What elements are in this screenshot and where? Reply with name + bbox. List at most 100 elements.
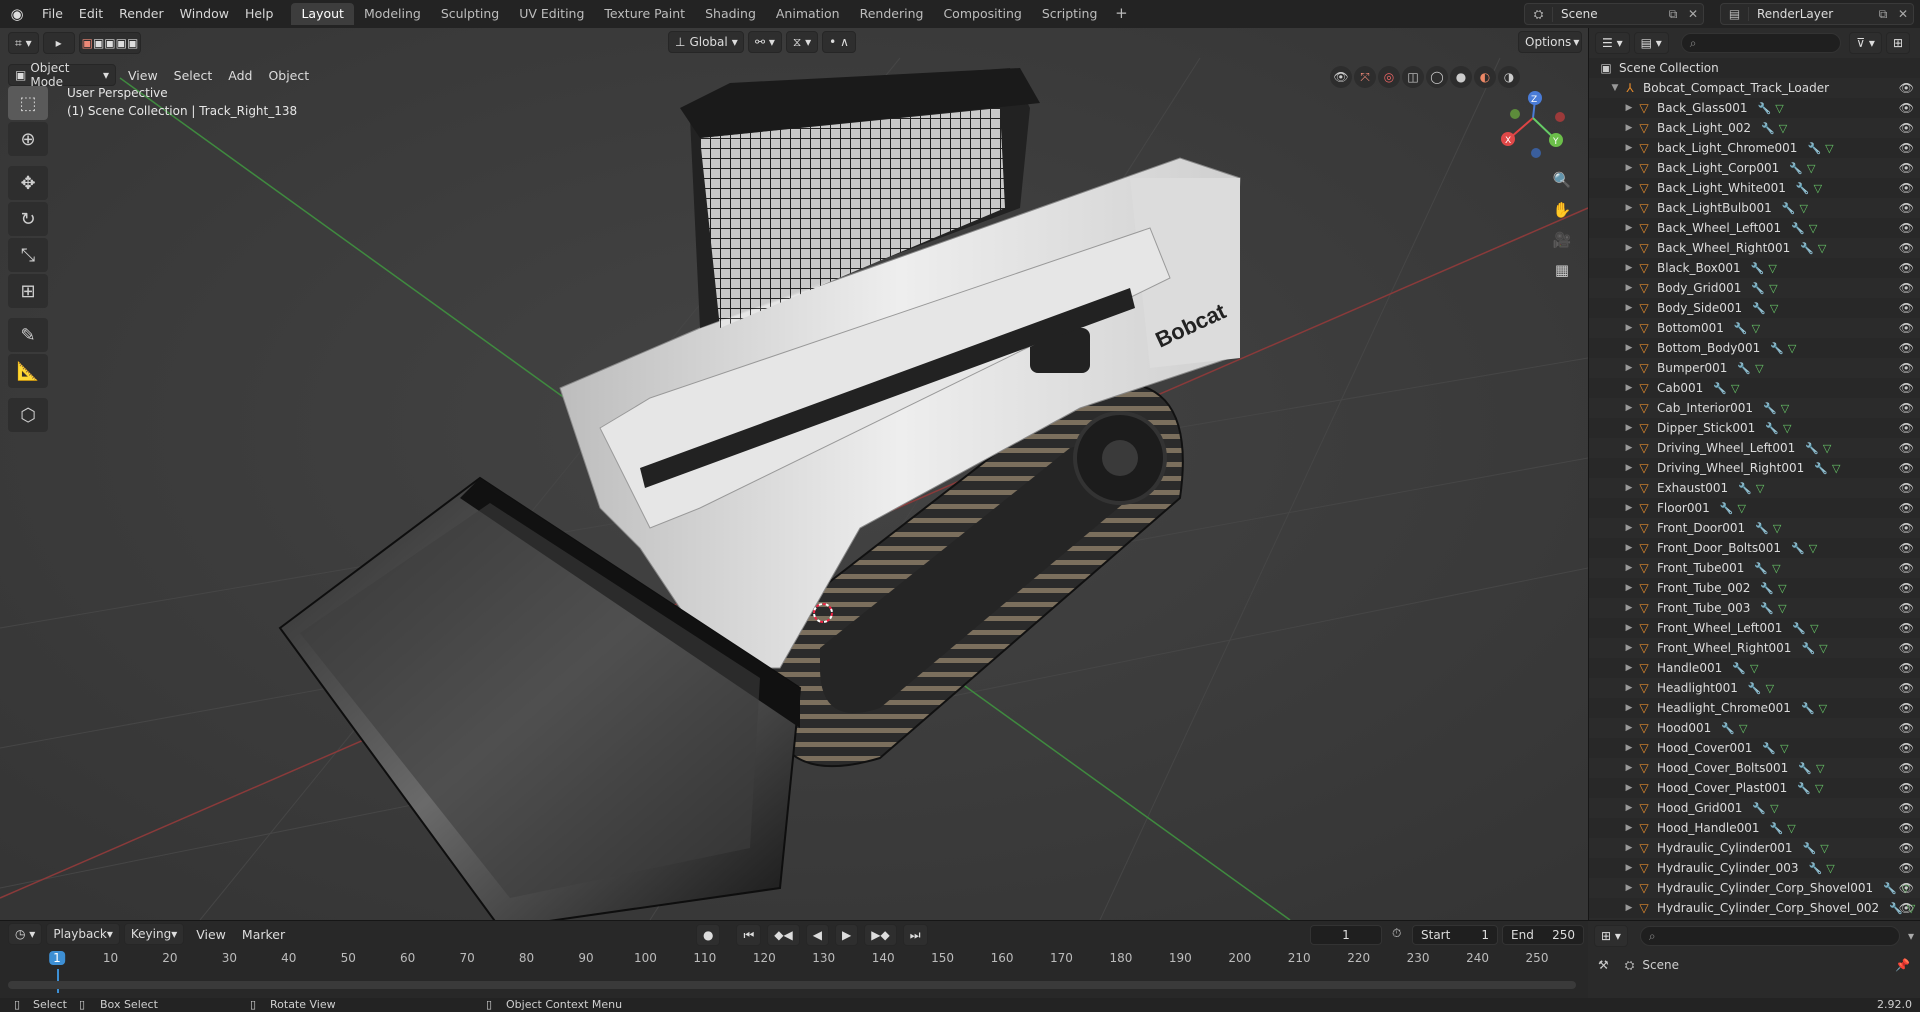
mesh-data-icon[interactable]: ▽: [1816, 762, 1824, 775]
outliner-item[interactable]: ▶ ▽ Headlight001 🔧 ▽ 👁: [1589, 678, 1920, 698]
select-subtract-icon[interactable]: ▣: [104, 36, 115, 50]
outliner-item[interactable]: ▶ ▽ Cab001 🔧 ▽ 👁: [1589, 378, 1920, 398]
timeline-editor-type-icon[interactable]: ◷ ▾: [8, 923, 43, 945]
eye-icon[interactable]: 👁: [1899, 721, 1914, 735]
outliner-item[interactable]: ▶ ▽ Front_Wheel_Right001 🔧 ▽ 👁: [1589, 638, 1920, 658]
outliner-item[interactable]: ▶ ▽ Black_Box001 🔧 ▽ 👁: [1589, 258, 1920, 278]
outliner-item[interactable]: ▶ ▽ Bottom_Body001 🔧 ▽ 👁: [1589, 338, 1920, 358]
jump-start-icon[interactable]: ⏮: [736, 924, 762, 946]
new-scene-icon[interactable]: ⧉: [1663, 7, 1683, 22]
expand-arrow-icon[interactable]: ▶: [1623, 583, 1635, 593]
outliner-item[interactable]: ▶ ▽ Front_Tube_002 🔧 ▽ 👁: [1589, 578, 1920, 598]
mesh-data-icon[interactable]: ▽: [1756, 482, 1764, 495]
modifier-wrench-icon[interactable]: 🔧: [1770, 822, 1784, 835]
expand-arrow-icon[interactable]: ▶: [1623, 143, 1635, 153]
eye-icon[interactable]: 👁: [1899, 401, 1914, 415]
outliner-item[interactable]: ▶ ▽ Back_Glass001 🔧 ▽ 👁: [1589, 98, 1920, 118]
modifier-wrench-icon[interactable]: 🔧: [1763, 402, 1777, 415]
modifier-wrench-icon[interactable]: 🔧: [1720, 502, 1734, 515]
expand-arrow-icon[interactable]: ▶: [1623, 243, 1635, 253]
overlay-toggle-icon[interactable]: ◎: [1378, 66, 1400, 88]
modifier-wrench-icon[interactable]: 🔧: [1737, 362, 1751, 375]
outliner-item[interactable]: ▶ ▽ Back_LightBulb001 🔧 ▽ 👁: [1589, 198, 1920, 218]
eye-icon[interactable]: 👁: [1899, 701, 1914, 715]
outliner-item[interactable]: ▶ ▽ Back_Wheel_Right001 🔧 ▽ 👁: [1589, 238, 1920, 258]
outliner-item[interactable]: ▶ ▽ Bumper001 🔧 ▽ 👁: [1589, 358, 1920, 378]
eye-icon[interactable]: 👁: [1899, 361, 1914, 375]
properties-search-input[interactable]: ⌕: [1639, 926, 1900, 946]
modifier-wrench-icon[interactable]: 🔧: [1801, 702, 1815, 715]
select-intersect-icon[interactable]: ▣: [127, 36, 138, 50]
eye-icon[interactable]: 👁: [1899, 881, 1914, 895]
expand-arrow-icon[interactable]: ▶: [1623, 903, 1635, 913]
snap-dropdown[interactable]: ⧖ ▾: [785, 31, 819, 53]
modifier-wrench-icon[interactable]: 🔧: [1754, 562, 1768, 575]
mesh-data-icon[interactable]: ▽: [1772, 562, 1780, 575]
mesh-data-icon[interactable]: ▽: [1825, 142, 1833, 155]
expand-arrow-icon[interactable]: ▶: [1623, 103, 1635, 113]
mesh-data-icon[interactable]: ▽: [1752, 322, 1760, 335]
mesh-data-icon[interactable]: ▽: [1775, 102, 1783, 115]
select-box-tool[interactable]: ⬚: [8, 86, 48, 120]
camera-view-icon[interactable]: 🎥: [1548, 226, 1576, 254]
outliner-item[interactable]: ▶ ▽ Driving_Wheel_Left001 🔧 ▽ 👁: [1589, 438, 1920, 458]
rotate-tool[interactable]: ↻: [8, 202, 48, 236]
outliner-item[interactable]: ▶ ▽ Handle001 🔧 ▽ 👁: [1589, 658, 1920, 678]
expand-arrow-icon[interactable]: ▶: [1623, 283, 1635, 293]
menu-view[interactable]: View: [120, 68, 166, 83]
end-frame-input[interactable]: End 250: [1502, 925, 1584, 945]
pin-icon[interactable]: 📌: [1895, 958, 1910, 972]
outliner-item[interactable]: ▶ ▽ Hood_Cover001 🔧 ▽ 👁: [1589, 738, 1920, 758]
expand-arrow-icon[interactable]: ▶: [1623, 803, 1635, 813]
eye-icon[interactable]: 👁: [1899, 741, 1914, 755]
modifier-wrench-icon[interactable]: 🔧: [1796, 182, 1810, 195]
mesh-data-icon[interactable]: ▽: [1778, 582, 1786, 595]
modifier-wrench-icon[interactable]: 🔧: [1883, 882, 1897, 895]
tab-rendering[interactable]: Rendering: [850, 3, 934, 25]
start-frame-input[interactable]: Start 1: [1412, 925, 1498, 945]
eye-icon[interactable]: 👁: [1899, 501, 1914, 515]
add-cube-tool[interactable]: ⬡: [8, 398, 48, 432]
mesh-data-icon[interactable]: ▽: [1766, 682, 1774, 695]
modifier-wrench-icon[interactable]: 🔧: [1791, 542, 1805, 555]
modifier-wrench-icon[interactable]: 🔧: [1721, 722, 1735, 735]
outliner-item[interactable]: ▶ ▽ Front_Door_Bolts001 🔧 ▽ 👁: [1589, 538, 1920, 558]
mesh-data-icon[interactable]: ▽: [1832, 462, 1840, 475]
tab-compositing[interactable]: Compositing: [933, 3, 1031, 25]
view-layer-selector[interactable]: ▤ RenderLayer ⧉ ✕: [1720, 3, 1914, 25]
mesh-data-icon[interactable]: ▽: [1826, 862, 1834, 875]
expand-arrow-icon[interactable]: ▶: [1623, 503, 1635, 513]
tab-texture-paint[interactable]: Texture Paint: [594, 3, 695, 25]
eye-icon[interactable]: 👁: [1899, 441, 1914, 455]
outliner-item[interactable]: ▶ ▽ Body_Side001 🔧 ▽ 👁: [1589, 298, 1920, 318]
mesh-data-icon[interactable]: ▽: [1780, 742, 1788, 755]
eye-icon[interactable]: 👁: [1899, 541, 1914, 555]
expand-arrow-icon[interactable]: ▶: [1623, 423, 1635, 433]
modifier-wrench-icon[interactable]: 🔧: [1797, 782, 1811, 795]
modifier-wrench-icon[interactable]: 🔧: [1807, 142, 1821, 155]
outliner-editor-type-icon[interactable]: ☰ ▾: [1595, 32, 1630, 54]
modifier-wrench-icon[interactable]: 🔧: [1803, 842, 1817, 855]
mesh-data-icon[interactable]: ▽: [1819, 642, 1827, 655]
modifier-wrench-icon[interactable]: 🔧: [1752, 802, 1766, 815]
delete-layer-icon[interactable]: ✕: [1893, 7, 1913, 21]
outliner-item[interactable]: ▶ ▽ Back_Wheel_Left001 🔧 ▽ 👁: [1589, 218, 1920, 238]
eye-icon[interactable]: 👁: [1899, 861, 1914, 875]
modifier-wrench-icon[interactable]: 🔧: [1713, 382, 1727, 395]
outliner-item[interactable]: ▶ ▽ Front_Wheel_Left001 🔧 ▽ 👁: [1589, 618, 1920, 638]
outliner-item[interactable]: ▶ ▽ Headlight_Chrome001 🔧 ▽ 👁: [1589, 698, 1920, 718]
solid-shading-icon[interactable]: ●: [1450, 66, 1472, 88]
cursor-tool[interactable]: ⊕: [8, 122, 48, 156]
modifier-wrench-icon[interactable]: 🔧: [1789, 162, 1803, 175]
mesh-data-icon[interactable]: ▽: [1799, 202, 1807, 215]
menu-help[interactable]: Help: [237, 0, 282, 28]
eye-icon[interactable]: 👁: [1899, 641, 1914, 655]
expand-arrow-icon[interactable]: ▶: [1623, 723, 1635, 733]
modifier-wrench-icon[interactable]: 🔧: [1738, 482, 1752, 495]
modifier-wrench-icon[interactable]: 🔧: [1751, 262, 1765, 275]
menu-marker[interactable]: Marker: [234, 927, 293, 942]
playback-dropdown[interactable]: Playback ▾: [46, 923, 120, 945]
expand-arrow-icon[interactable]: ▶: [1623, 843, 1635, 853]
modifier-wrench-icon[interactable]: 🔧: [1732, 662, 1746, 675]
outliner-item[interactable]: ▶ ▽ back_Light_Chrome001 🔧 ▽ 👁: [1589, 138, 1920, 158]
